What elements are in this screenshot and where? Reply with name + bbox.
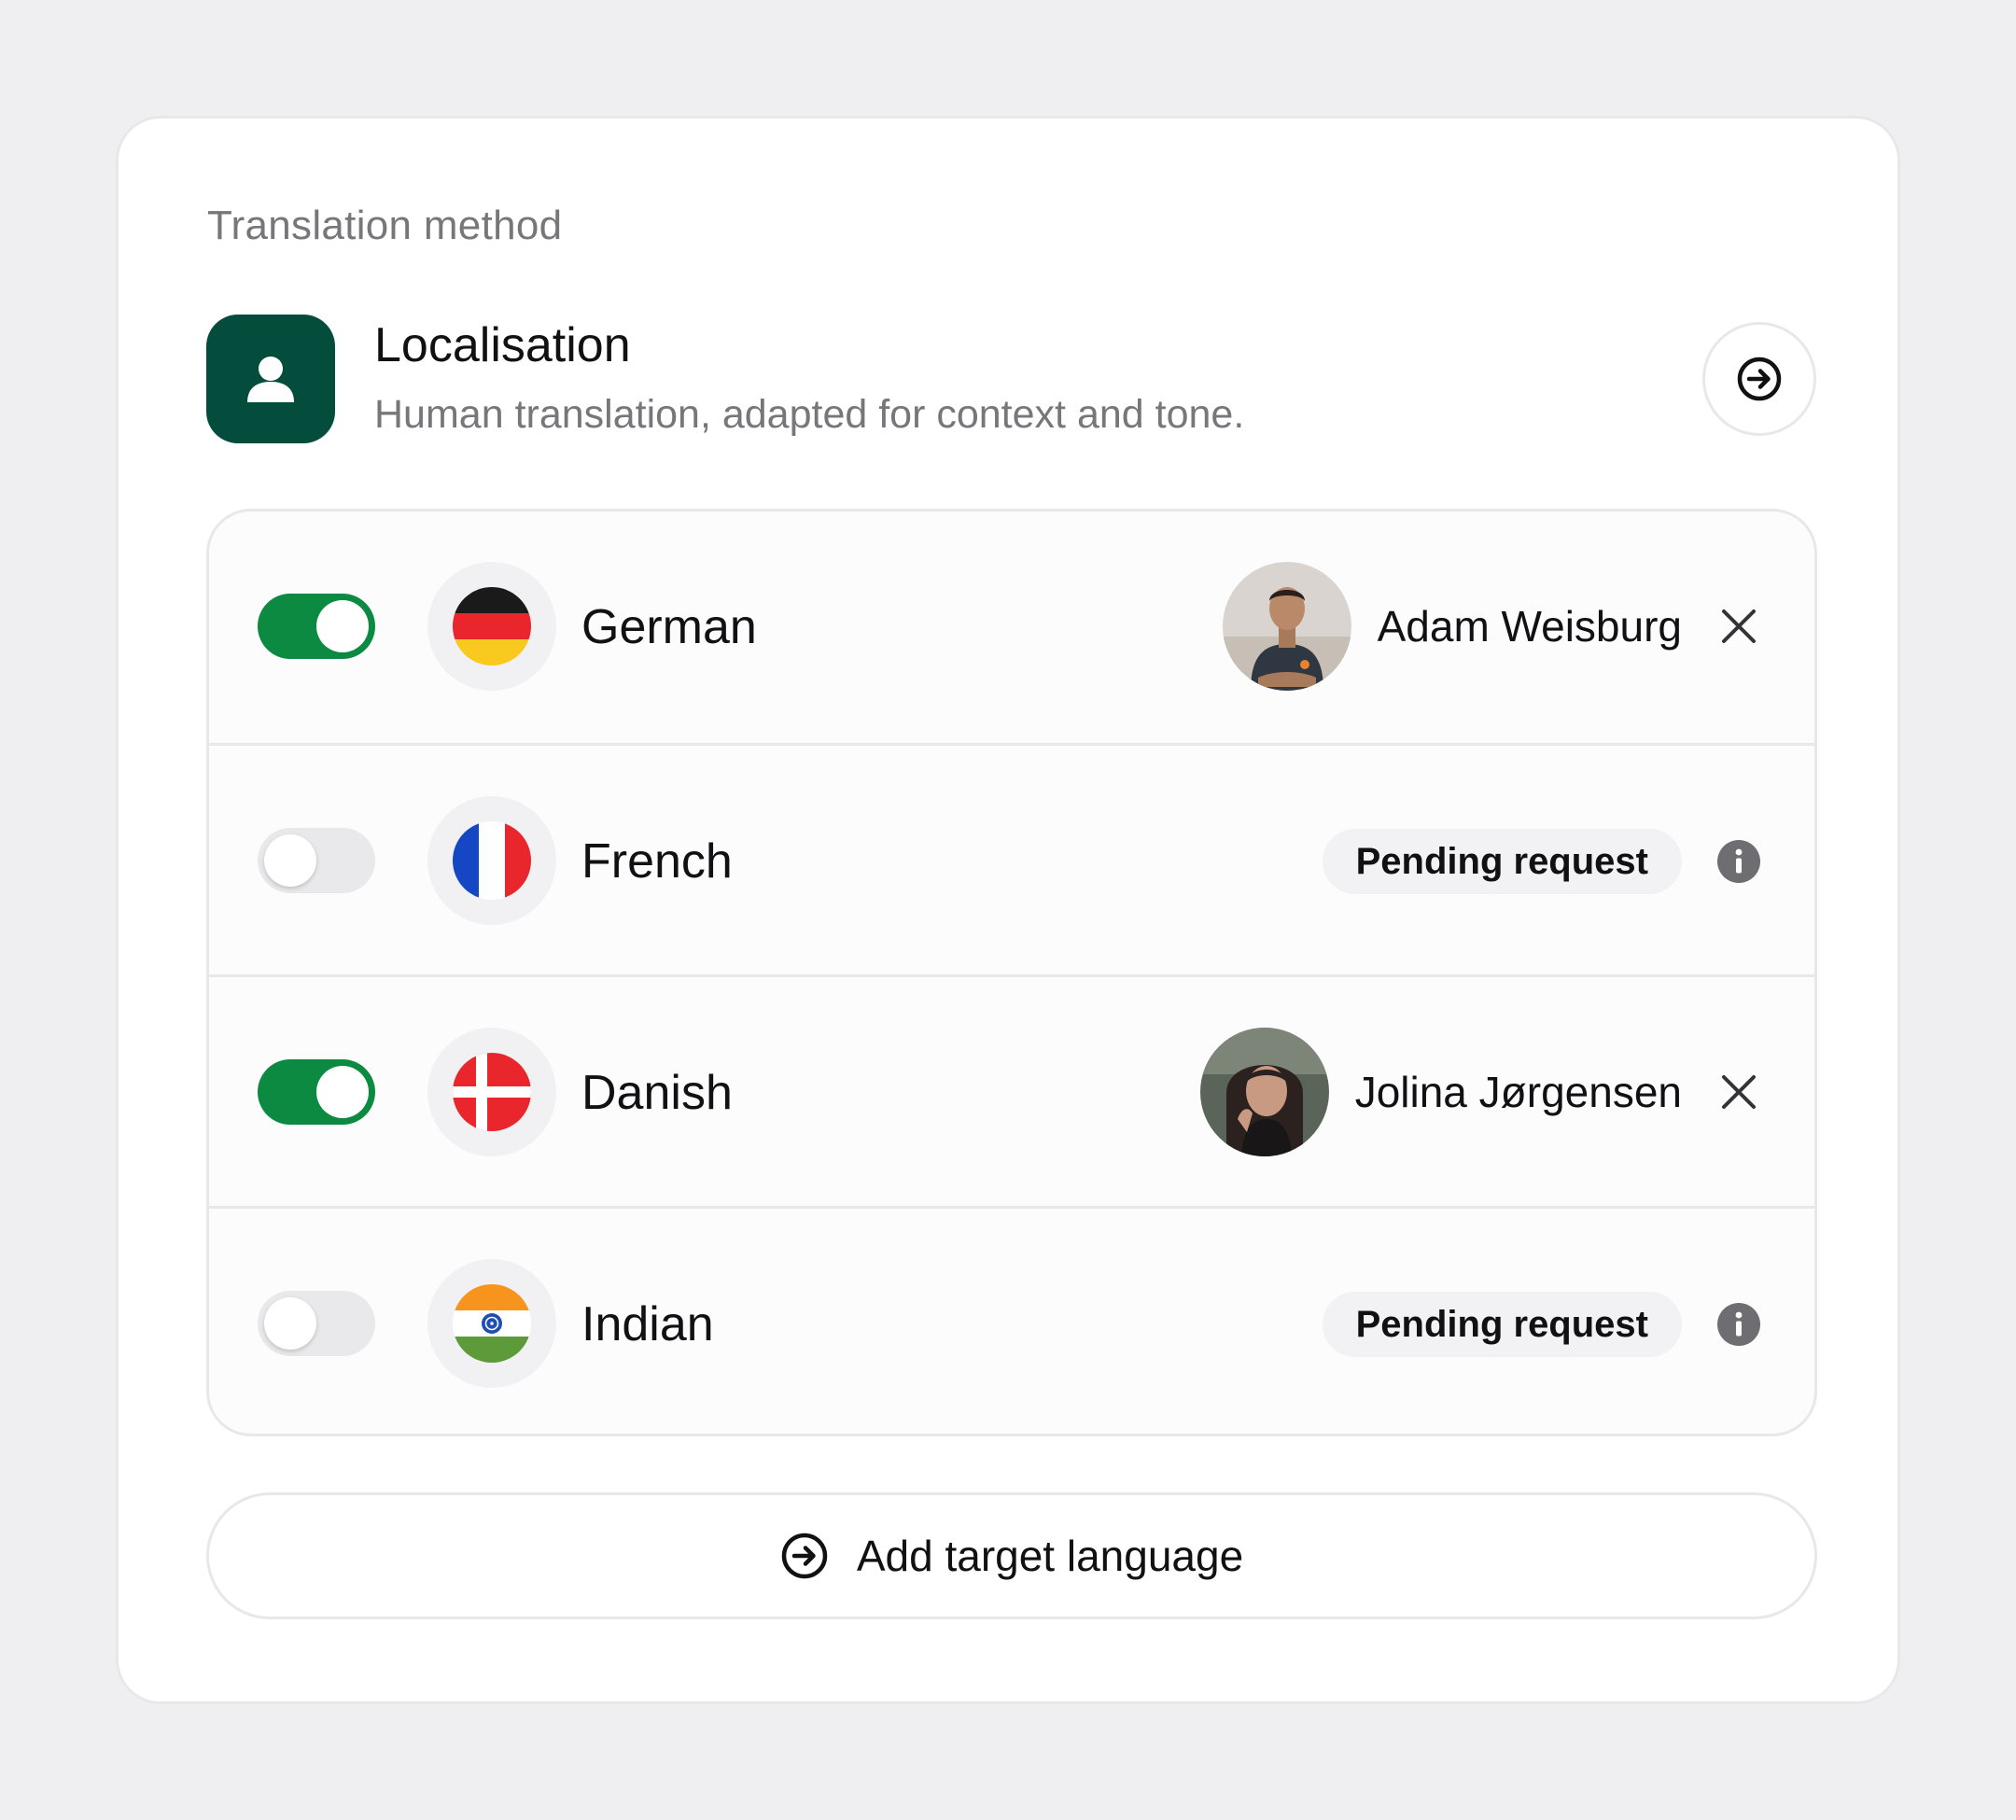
toggle-knob bbox=[316, 1066, 369, 1118]
german-flag-icon bbox=[427, 562, 556, 691]
person-icon bbox=[206, 315, 335, 443]
arrow-circle-icon bbox=[781, 1533, 828, 1579]
indian-flag-icon bbox=[427, 1259, 556, 1388]
add-target-language-button[interactable]: Add target language bbox=[206, 1492, 1817, 1619]
avatar bbox=[1222, 562, 1351, 691]
method-description: Human translation, adapted for context a… bbox=[374, 392, 1245, 437]
language-name: German bbox=[581, 600, 757, 654]
language-toggle[interactable] bbox=[258, 594, 375, 659]
pending-status: Pending request bbox=[1322, 829, 1760, 894]
language-row-french: French Pending request bbox=[209, 743, 1814, 974]
assignee: Adam Weisburg bbox=[1222, 562, 1760, 691]
avatar bbox=[1199, 1028, 1329, 1156]
change-method-button[interactable] bbox=[1702, 322, 1816, 436]
french-flag-icon bbox=[427, 796, 556, 925]
close-icon bbox=[1722, 1075, 1756, 1109]
toggle-knob bbox=[264, 1297, 316, 1350]
danish-flag-icon bbox=[427, 1028, 556, 1156]
assignee: Jolina Jørgensen bbox=[1199, 1028, 1760, 1156]
language-name: Danish bbox=[581, 1066, 733, 1120]
arrow-circle-icon bbox=[1737, 357, 1782, 401]
info-icon[interactable] bbox=[1717, 1303, 1760, 1346]
section-label: Translation method bbox=[207, 203, 563, 248]
info-icon[interactable] bbox=[1717, 840, 1760, 883]
language-name: Indian bbox=[581, 1297, 714, 1351]
method-title: Localisation bbox=[374, 318, 631, 372]
add-target-language-label: Add target language bbox=[856, 1532, 1244, 1580]
remove-assignee-button[interactable] bbox=[1717, 605, 1760, 648]
language-toggle[interactable] bbox=[258, 828, 375, 893]
language-row-danish: Danish Jolina Jørgensen bbox=[209, 974, 1814, 1206]
language-toggle[interactable] bbox=[258, 1059, 375, 1125]
assignee-name: Jolina Jørgensen bbox=[1354, 1068, 1682, 1116]
toggle-knob bbox=[316, 600, 369, 652]
toggle-knob bbox=[264, 834, 316, 887]
status-badge: Pending request bbox=[1322, 1292, 1682, 1357]
language-toggle[interactable] bbox=[258, 1291, 375, 1356]
language-name: French bbox=[581, 834, 733, 889]
assignee-name: Adam Weisburg bbox=[1377, 602, 1682, 651]
language-row-german: German Adam Weisburg bbox=[209, 511, 1814, 743]
remove-assignee-button[interactable] bbox=[1717, 1071, 1760, 1113]
translation-settings-card: Translation method Localisation Human tr… bbox=[116, 116, 1900, 1704]
target-languages-list: German Adam Weisburg French Pending requ… bbox=[206, 509, 1817, 1436]
pending-status: Pending request bbox=[1322, 1292, 1760, 1357]
language-row-indian: Indian Pending request bbox=[209, 1206, 1814, 1434]
close-icon bbox=[1722, 609, 1756, 643]
status-badge: Pending request bbox=[1322, 829, 1682, 894]
